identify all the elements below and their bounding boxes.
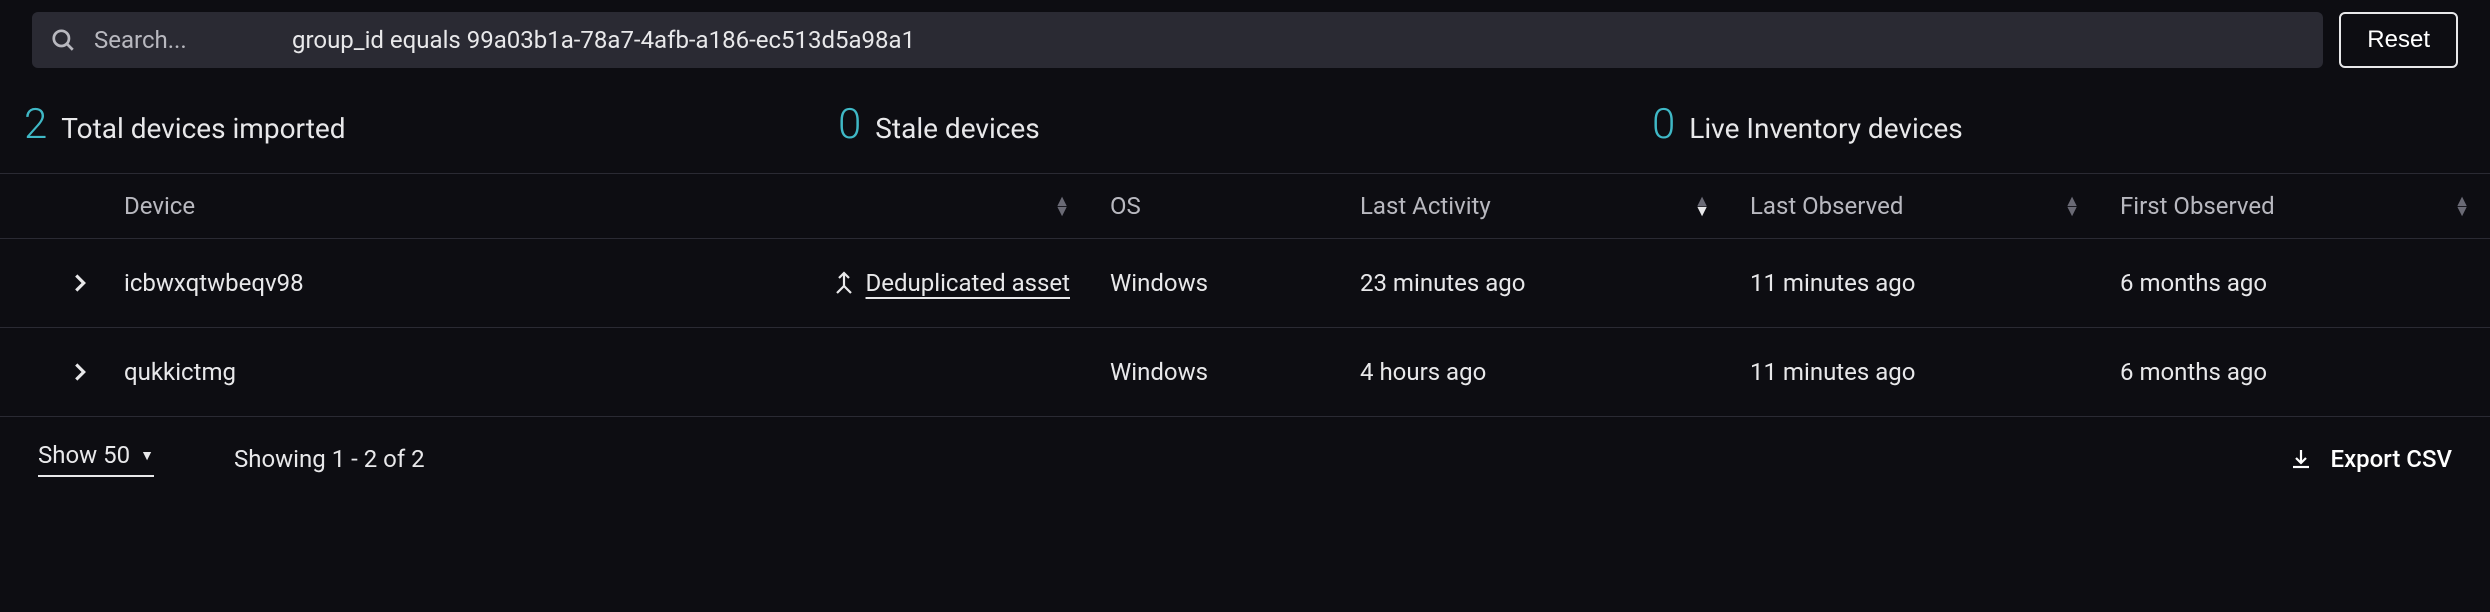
sort-icon: ▲▼: [1694, 196, 1710, 215]
search-icon: [50, 27, 76, 53]
first-observed-cell: 6 months ago: [2120, 269, 2490, 297]
page-size-label: Show 50: [38, 441, 130, 469]
export-csv-label: Export CSV: [2331, 445, 2452, 473]
stats-row: 2 Total devices imported 0 Stale devices…: [0, 80, 2490, 174]
column-os-label: OS: [1110, 192, 1141, 220]
device-cell: qukkictmg: [110, 358, 1110, 386]
column-device-label: Device: [124, 192, 195, 220]
stat-total-devices: 2 Total devices imported: [24, 100, 838, 149]
pagination-summary: Showing 1 - 2 of 2: [234, 445, 425, 473]
expand-row-button[interactable]: [0, 328, 110, 416]
caret-down-icon: ▼: [140, 447, 154, 464]
column-device[interactable]: Device ▲▼: [110, 192, 1110, 220]
last-observed-cell: 11 minutes ago: [1750, 269, 2120, 297]
last-observed-cell: 11 minutes ago: [1750, 358, 2120, 386]
os-cell: Windows: [1110, 269, 1360, 297]
search-query-text: group_id equals 99a03b1a-78a7-4afb-a186-…: [292, 26, 915, 54]
last-activity-cell: 23 minutes ago: [1360, 269, 1750, 297]
table-row[interactable]: qukkictmg Windows 4 hours ago 11 minutes…: [0, 328, 2490, 417]
stat-total-count: 2: [24, 100, 47, 149]
deduplicated-label: Deduplicated asset: [866, 269, 1070, 297]
search-placeholder: Search...: [94, 26, 274, 54]
page-size-selector[interactable]: Show 50 ▼: [38, 441, 154, 477]
column-os[interactable]: OS: [1110, 192, 1360, 220]
os-cell: Windows: [1110, 358, 1360, 386]
table-header-row: Device ▲▼ OS Last Activity ▲▼ Last Obser…: [0, 174, 2490, 239]
device-cell: icbwxqtwbeqv98 Deduplicated asset: [110, 269, 1110, 297]
stat-stale-count: 0: [838, 100, 861, 149]
reset-button[interactable]: Reset: [2339, 12, 2458, 68]
table-row[interactable]: icbwxqtwbeqv98 Deduplicated asset Window…: [0, 239, 2490, 328]
stat-total-label: Total devices imported: [61, 112, 345, 145]
export-csv-button[interactable]: Export CSV: [2289, 445, 2452, 473]
table-footer: Show 50 ▼ Showing 1 - 2 of 2 Export CSV: [0, 417, 2490, 501]
last-activity-cell: 4 hours ago: [1360, 358, 1750, 386]
column-last-activity[interactable]: Last Activity ▲▼: [1360, 192, 1750, 220]
stat-live-label: Live Inventory devices: [1689, 112, 1962, 145]
stat-stale-label: Stale devices: [875, 112, 1039, 145]
sort-icon: ▲▼: [2454, 196, 2470, 215]
column-last-activity-label: Last Activity: [1360, 192, 1491, 220]
first-observed-cell: 6 months ago: [2120, 358, 2490, 386]
stat-live-count: 0: [1652, 100, 1675, 149]
stat-live-devices: 0 Live Inventory devices: [1652, 100, 2466, 149]
deduplicated-badge[interactable]: Deduplicated asset: [832, 269, 1070, 297]
download-icon: [2289, 447, 2313, 471]
column-last-observed-label: Last Observed: [1750, 192, 1903, 220]
device-name: qukkictmg: [124, 358, 236, 386]
device-name: icbwxqtwbeqv98: [124, 269, 304, 297]
stat-stale-devices: 0 Stale devices: [838, 100, 1652, 149]
merge-icon: [832, 270, 856, 296]
expand-row-button[interactable]: [0, 239, 110, 327]
search-input-wrap[interactable]: Search... group_id equals 99a03b1a-78a7-…: [32, 12, 2323, 68]
search-bar-row: Search... group_id equals 99a03b1a-78a7-…: [0, 0, 2490, 80]
column-first-observed-label: First Observed: [2120, 192, 2275, 220]
devices-table: Device ▲▼ OS Last Activity ▲▼ Last Obser…: [0, 174, 2490, 417]
sort-icon: ▲▼: [2064, 196, 2080, 215]
column-first-observed[interactable]: First Observed ▲▼: [2120, 192, 2490, 220]
sort-icon: ▲▼: [1054, 196, 1070, 215]
column-last-observed[interactable]: Last Observed ▲▼: [1750, 192, 2120, 220]
